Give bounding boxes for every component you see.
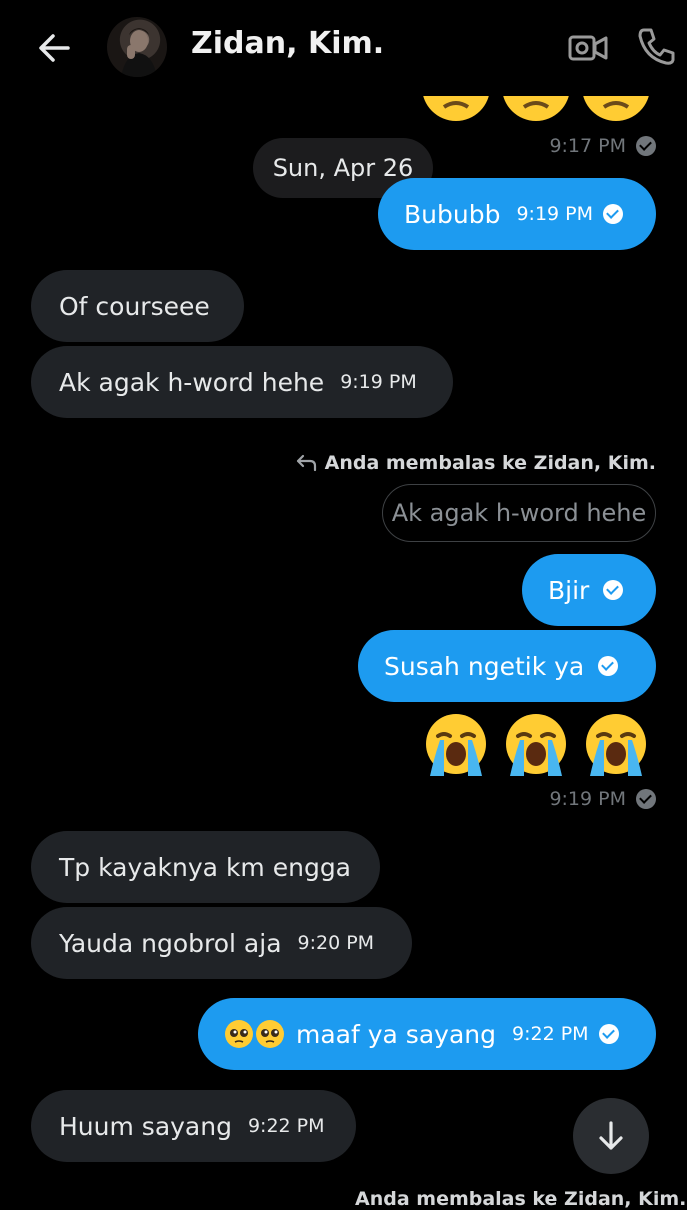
read-check-icon	[598, 656, 619, 676]
message-text: Tp kayaknya km engga	[59, 852, 352, 882]
message-meta: 9:19 PM	[549, 788, 656, 810]
message-time: 9:19 PM	[516, 202, 594, 225]
message-bubble-incoming[interactable]: Yauda ngobrol aja 9:20 PM	[31, 907, 412, 979]
loudly-crying-face-icon	[426, 714, 486, 776]
message-text: Bububb	[404, 199, 501, 229]
message-bubble-incoming[interactable]: Ak agak h-word hehe 9:19 PM	[31, 346, 453, 418]
message-time: 9:19 PM	[340, 370, 417, 393]
message-time: 9:22 PM	[247, 1114, 325, 1137]
message-text: Bjir	[548, 575, 590, 605]
quoted-message[interactable]: Ak agak h-word hehe	[382, 484, 656, 542]
phone-icon[interactable]	[636, 26, 676, 66]
message-time: 9:19 PM	[549, 788, 626, 810]
message-time: 9:17 PM	[549, 135, 626, 157]
arrow-down-icon	[599, 1121, 623, 1150]
message-text: Yauda ngobrol aja	[59, 928, 282, 958]
loudly-crying-face-icon	[586, 714, 646, 776]
reply-indicator-partial: Anda membalas ke Zidan, Kim.	[355, 1188, 687, 1210]
message-bubble-incoming[interactable]: Tp kayaknya km engga	[31, 831, 380, 903]
scroll-to-bottom-button[interactable]	[573, 1098, 649, 1174]
loudly-crying-face-icon	[506, 714, 566, 776]
read-check-icon	[603, 204, 624, 224]
emoji-partial	[422, 95, 490, 121]
chat-header: Zidan, Kim.	[0, 0, 687, 96]
message-bubble-incoming[interactable]: Huum sayang 9:22 PM	[31, 1090, 356, 1162]
message-text: Huum sayang	[59, 1111, 232, 1141]
pleading-face-icon	[225, 1020, 284, 1048]
message-text: Susah ngetik ya	[384, 651, 585, 681]
video-camera-icon[interactable]	[568, 28, 608, 68]
read-check-icon	[636, 136, 656, 156]
conversation-title[interactable]: Zidan, Kim.	[191, 26, 384, 61]
message-text: maaf ya sayang	[296, 1019, 496, 1049]
message-bubble-outgoing[interactable]: Susah ngetik ya	[358, 630, 656, 702]
message-bubble-outgoing[interactable]: maaf ya sayang 9:22 PM	[198, 998, 656, 1070]
reply-indicator: Anda membalas ke Zidan, Kim.	[295, 452, 656, 474]
message-meta: 9:17 PM	[549, 135, 656, 157]
avatar[interactable]	[107, 17, 167, 77]
message-text: Ak agak h-word hehe	[59, 367, 325, 397]
message-bubble-outgoing[interactable]: Bjir	[522, 554, 656, 626]
read-check-icon	[603, 580, 624, 600]
message-bubble-outgoing[interactable]: Bububb 9:19 PM	[378, 178, 656, 250]
arrow-left-icon[interactable]	[34, 28, 74, 68]
emoji-partial	[582, 95, 650, 121]
message-bubble-incoming[interactable]: Of courseee	[31, 270, 244, 342]
emoji-partial	[502, 95, 570, 121]
message-time: 9:22 PM	[511, 1022, 589, 1045]
message-text: Of courseee	[59, 291, 210, 321]
read-check-icon	[636, 789, 656, 809]
reply-label: Anda membalas ke Zidan, Kim.	[324, 452, 656, 474]
message-time: 9:20 PM	[297, 931, 375, 954]
reply-icon	[296, 454, 316, 472]
read-check-icon	[598, 1024, 619, 1044]
avatar-photo	[121, 28, 157, 77]
